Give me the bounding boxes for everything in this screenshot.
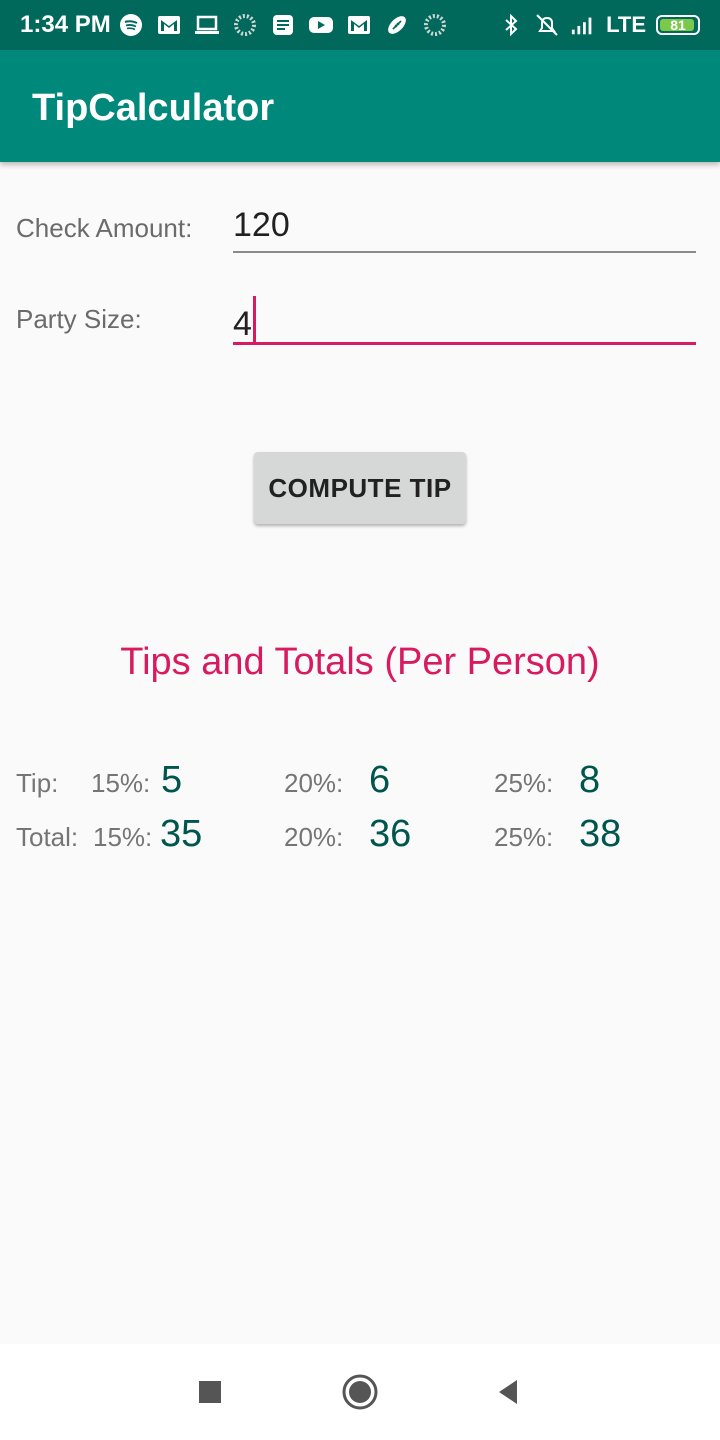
party-size-input[interactable]: 4 — [233, 296, 696, 346]
battery-level: 81 — [670, 17, 686, 33]
gmail-icon — [156, 12, 182, 38]
total-20-percent-label: 20%: — [284, 822, 344, 852]
loading-icon — [232, 12, 258, 38]
party-size-value: 4 — [233, 305, 252, 343]
gmail-icon — [346, 12, 372, 38]
tip-15-value: 5 — [161, 759, 183, 801]
results-title: Tips and Totals (Per Person) — [120, 641, 600, 683]
navigation-bar — [0, 1344, 720, 1440]
news-icon — [270, 12, 296, 38]
tip-25-percent-label: 25%: — [494, 768, 554, 798]
tip-25-value: 8 — [579, 759, 601, 801]
signal-icon — [570, 12, 596, 38]
circle-icon — [342, 1374, 378, 1410]
notification-icons — [118, 12, 448, 38]
party-size-label: Party Size: — [16, 304, 142, 334]
tip-row-label: Tip: — [16, 768, 59, 798]
app-bar: TipCalculator — [0, 50, 720, 162]
status-bar: 1:34 PM LTE 81 — [0, 0, 720, 50]
network-type: LTE — [606, 12, 646, 37]
home-button[interactable] — [340, 1372, 380, 1412]
total-20-value: 36 — [369, 813, 412, 855]
check-amount-label: Check Amount: — [16, 213, 193, 243]
laptop-icon — [194, 12, 220, 38]
tip-20-value: 6 — [369, 759, 391, 801]
battery-icon: 81 — [656, 15, 700, 35]
bluetooth-icon — [498, 12, 524, 38]
check-amount-underline — [233, 251, 696, 253]
system-icons: LTE 81 — [498, 12, 700, 38]
spotify-icon — [118, 12, 144, 38]
total-row-label: Total: — [16, 822, 79, 852]
youtube-icon — [308, 12, 334, 38]
football-icon — [384, 12, 410, 38]
total-15-percent-label: 15%: — [93, 822, 153, 852]
total-15-value: 35 — [160, 813, 203, 855]
alarm-off-icon — [534, 12, 560, 38]
total-25-value: 38 — [579, 813, 622, 855]
square-icon — [199, 1381, 221, 1403]
tip-15-percent-label: 15%: — [91, 768, 151, 798]
back-button[interactable] — [488, 1372, 528, 1412]
text-cursor — [252, 296, 256, 344]
loading-icon — [422, 12, 448, 38]
status-time: 1:34 PM — [20, 11, 111, 38]
check-amount-input[interactable]: 120 — [233, 205, 696, 253]
back-triangle-icon — [499, 1380, 517, 1404]
total-25-percent-label: 25%: — [494, 822, 554, 852]
tip-20-percent-label: 20%: — [284, 768, 344, 798]
app-title: TipCalculator — [32, 87, 275, 129]
compute-tip-button[interactable]: COMPUTE TIP — [254, 452, 466, 524]
recents-button[interactable] — [190, 1372, 230, 1412]
party-size-underline — [233, 342, 696, 345]
check-amount-value: 120 — [233, 206, 290, 244]
